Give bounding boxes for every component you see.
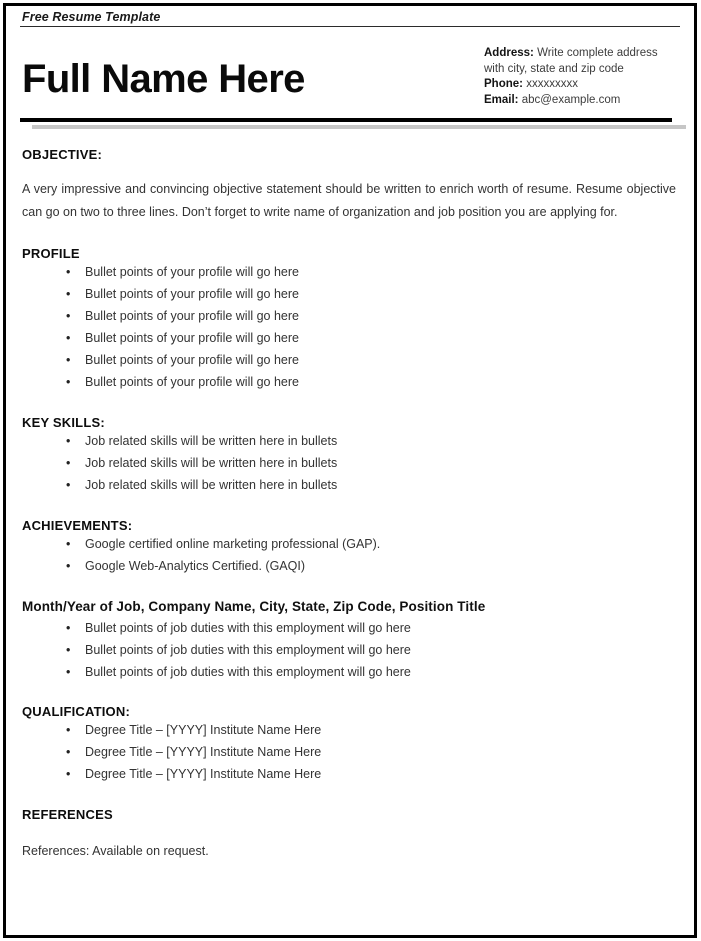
list-item-label: Bullet points of your profile will go he… (85, 309, 300, 323)
bullet-icon: • (66, 559, 71, 573)
section-key-skills: KEY SKILLS: • Job related skills will be … (20, 415, 680, 496)
contact-address-label: Address: (484, 47, 534, 59)
list-item-label: Bullet points of your profile will go he… (85, 331, 300, 345)
section-experience: Month/Year of Job, Company Name, City, S… (20, 597, 680, 683)
objective-heading: OBJECTIVE: (22, 147, 103, 162)
section-achievements: ACHIEVEMENTS: • Google certified online m… (20, 518, 680, 577)
contact-address-line: Address: Write complete address with cit… (484, 46, 680, 77)
experience-lead-line: Month/Year of Job, Company Name, City, S… (22, 599, 486, 614)
page-border-frame: Free Resume Template Full Name Here Addr… (3, 3, 697, 938)
list-item: • Job related skills will be written here… (22, 474, 680, 496)
list-item-label: Bullet points of job duties with this em… (85, 643, 411, 657)
list-item: • Bullet points of job duties with this e… (22, 661, 680, 683)
section-qualification: QUALIFICATION: • Degree Title – [YYYY] In… (20, 704, 680, 785)
bullet-icon: • (66, 353, 71, 367)
list-item: • Bullet points of your profile will go h… (22, 305, 680, 327)
list-item: • Degree Title – [YYYY] Institute Name He… (22, 719, 680, 741)
list-item: • Job related skills will be written here… (22, 452, 680, 474)
full-name-heading: Full Name Here (22, 57, 305, 101)
list-item-label: Bullet points of job duties with this em… (85, 665, 411, 679)
list-item: • Google certified online marketing profe… (22, 533, 680, 555)
contact-phone-line: Phone: xxxxxxxxx (484, 77, 680, 93)
key-skills-list: • Job related skills will be written here… (22, 430, 680, 496)
profile-list: • Bullet points of your profile will go h… (22, 261, 680, 393)
achievements-list: • Google certified online marketing profe… (22, 533, 680, 577)
contact-phone-value: xxxxxxxxx (526, 78, 578, 90)
section-objective: OBJECTIVE: A very impressive and convinc… (20, 147, 680, 224)
bullet-icon: • (66, 767, 71, 781)
list-item-label: Degree Title – [YYYY] Institute Name Her… (85, 745, 322, 759)
contact-email-value: abc@example.com (521, 93, 621, 106)
list-item: • Bullet points of your profile will go h… (22, 327, 680, 349)
list-item: • Bullet points of job duties with this e… (22, 639, 680, 661)
references-heading: REFERENCES (22, 807, 113, 822)
header-divider-light (32, 125, 686, 129)
bullet-icon: • (66, 478, 71, 492)
bullet-icon: • (66, 331, 71, 345)
list-item-label: Degree Title – [YYYY] Institute Name Her… (85, 767, 322, 781)
list-item: • Degree Title – [YYYY] Institute Name He… (22, 763, 680, 785)
bullet-icon: • (66, 265, 71, 279)
list-item-label: Bullet points of your profile will go he… (85, 287, 300, 301)
objective-text: A very impressive and convincing objecti… (22, 182, 676, 219)
bullet-icon: • (66, 287, 71, 301)
list-item: • Job related skills will be written here… (22, 430, 680, 452)
list-item: • Bullet points of your profile will go h… (22, 349, 680, 371)
list-item-label: Job related skills will be written here … (85, 478, 338, 492)
bullet-icon: • (66, 434, 71, 448)
list-item: • Bullet points of job duties with this e… (22, 617, 680, 639)
contact-info-block: Address: Write complete address with cit… (484, 43, 680, 108)
section-references: REFERENCES References: Available on requ… (20, 807, 680, 863)
list-item: • Bullet points of your profile will go h… (22, 261, 680, 283)
bullet-icon: • (66, 723, 71, 737)
bullet-icon: • (66, 643, 71, 657)
list-item: • Google Web-Analytics Certified. (GAQI) (22, 555, 680, 577)
list-item-label: Bullet points of your profile will go he… (85, 265, 300, 279)
list-item-label: Google certified online marketing profes… (85, 537, 381, 551)
qualification-list: • Degree Title – [YYYY] Institute Name He… (22, 719, 680, 785)
list-item-label: Job related skills will be written here … (85, 434, 338, 448)
resume-header: Full Name Here Address: Write complete a… (20, 27, 680, 108)
header-divider-dark (20, 118, 672, 122)
bullet-icon: • (66, 621, 71, 635)
list-item-label: Google Web-Analytics Certified. (GAQI) (85, 559, 305, 573)
list-item: • Bullet points of your profile will go h… (22, 283, 680, 305)
page-content: Free Resume Template Full Name Here Addr… (6, 6, 694, 935)
bullet-icon: • (66, 537, 71, 551)
list-item-label: Bullet points of job duties with this em… (85, 621, 411, 635)
contact-email-label: Email: (484, 93, 519, 106)
list-item-label: Bullet points of your profile will go he… (85, 375, 300, 389)
resume-page: Free Resume Template Full Name Here Addr… (0, 0, 701, 941)
bullet-icon: • (66, 375, 71, 389)
bullet-icon: • (66, 665, 71, 679)
list-item-label: Bullet points of your profile will go he… (85, 353, 300, 367)
list-item: • Bullet points of your profile will go h… (22, 371, 680, 393)
bullet-icon: • (66, 456, 71, 470)
experience-list: • Bullet points of job duties with this e… (22, 617, 680, 683)
references-text: References: Available on request. (22, 844, 209, 858)
key-skills-heading: KEY SKILLS: (22, 415, 105, 430)
section-profile: PROFILE • Bullet points of your profile w… (20, 246, 680, 393)
document-label: Free Resume Template (22, 10, 161, 24)
list-item-label: Job related skills will be written here … (85, 456, 338, 470)
bullet-icon: • (66, 745, 71, 759)
contact-phone-label: Phone: (484, 78, 523, 90)
contact-email-line: Email: abc@example.com (484, 93, 680, 109)
bullet-icon: • (66, 309, 71, 323)
list-item: • Degree Title – [YYYY] Institute Name He… (22, 741, 680, 763)
achievements-heading: ACHIEVEMENTS: (22, 518, 133, 533)
qualification-heading: QUALIFICATION: (22, 704, 130, 719)
profile-heading: PROFILE (22, 246, 80, 261)
list-item-label: Degree Title – [YYYY] Institute Name Her… (85, 723, 322, 737)
